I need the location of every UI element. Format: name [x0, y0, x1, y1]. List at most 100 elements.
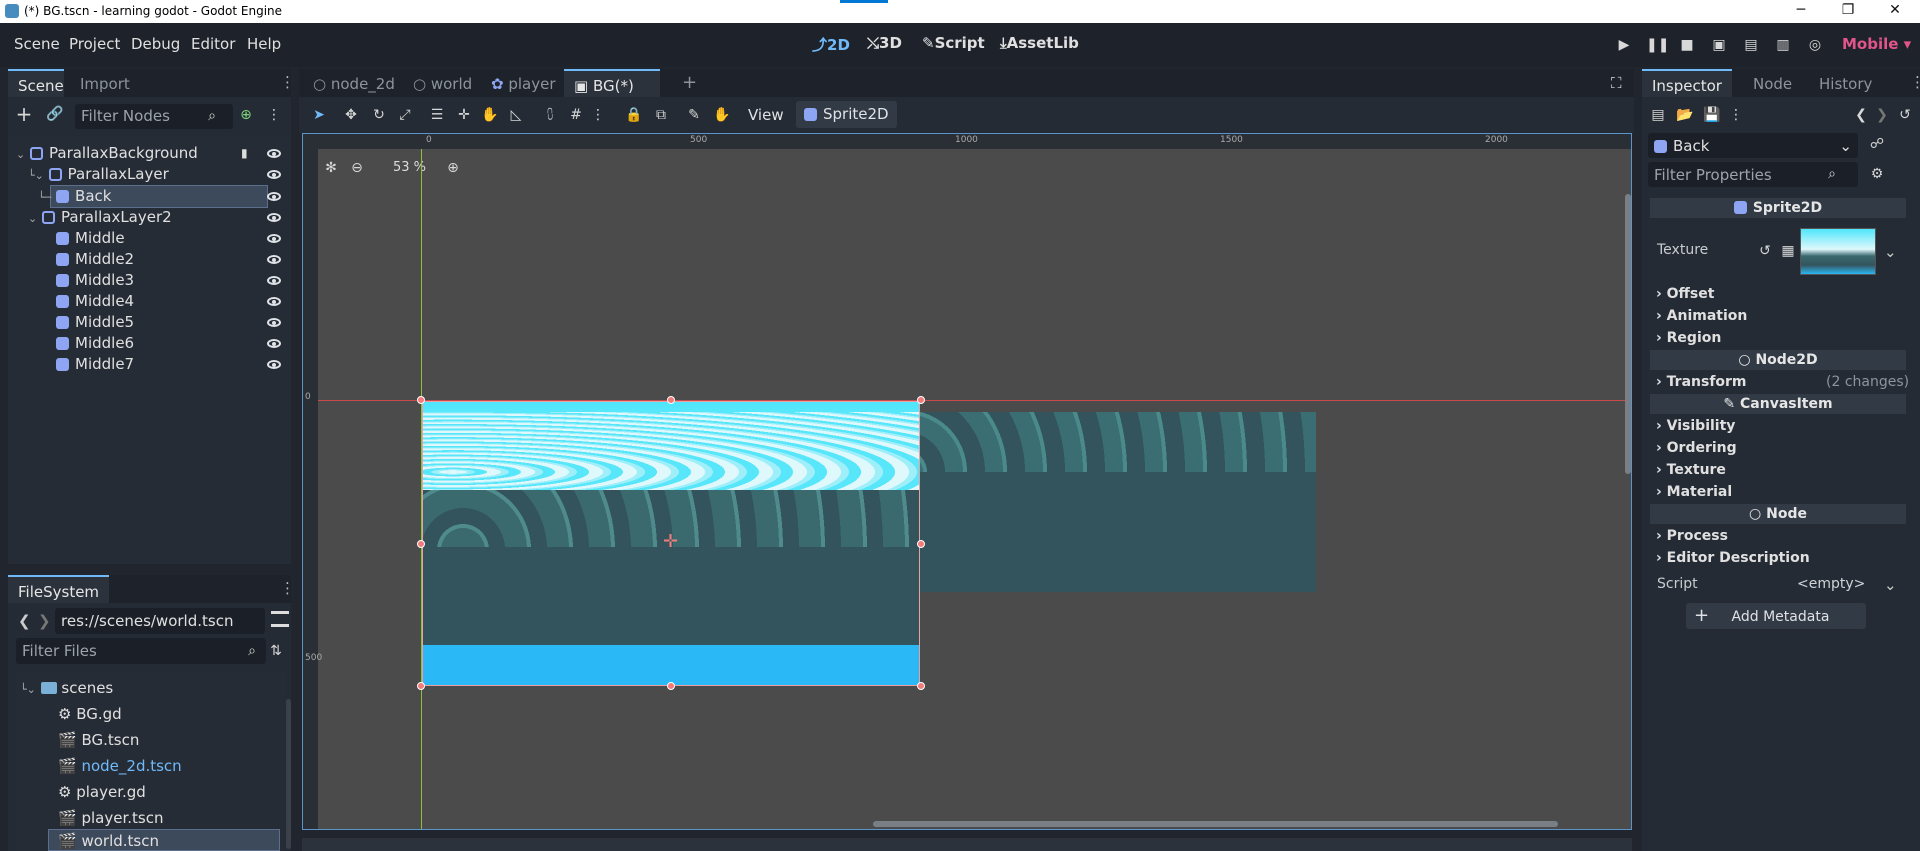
save-icon[interactable]: 💾	[1702, 105, 1722, 125]
visibility-eye-icon[interactable]	[267, 170, 281, 179]
prop-visibility[interactable]: › Visibility	[1656, 418, 1735, 434]
tab-import[interactable]: Import	[70, 69, 140, 97]
script-value[interactable]: <empty>	[1797, 576, 1865, 592]
renderer-selector[interactable]: Mobile ▾	[1842, 35, 1911, 53]
chevron-down-icon[interactable]: ⌄	[1884, 243, 1897, 261]
remote-debug-icon[interactable]: ▣	[1709, 35, 1729, 55]
visibility-eye-icon[interactable]	[267, 213, 281, 222]
tree-node-middle5[interactable]: Middle5	[56, 312, 134, 333]
resize-handle[interactable]	[417, 682, 425, 690]
pivot-tool-icon[interactable]: ✛	[454, 105, 474, 125]
visibility-eye-icon[interactable]	[267, 234, 281, 243]
rotate-tool-icon[interactable]: ↻	[369, 105, 389, 125]
script-attached-icon[interactable]: ▮	[241, 146, 248, 160]
file-bg-gd[interactable]: ⚙ BG.gd	[58, 705, 122, 723]
select-tool-icon[interactable]: ➤	[309, 105, 329, 125]
section-node2d[interactable]: ○ Node2D	[1650, 350, 1906, 370]
prop-animation[interactable]: › Animation	[1656, 308, 1747, 324]
pause-icon[interactable]: ❚❚	[1646, 35, 1669, 55]
play-scene-icon[interactable]: ▤	[1741, 35, 1761, 55]
inspector-menu-icon[interactable]: ⋮	[1726, 105, 1746, 125]
resize-handle[interactable]	[917, 396, 925, 404]
texture-preview[interactable]	[1800, 228, 1876, 275]
tree-node-parallaxbackground[interactable]: ⌄ ParallaxBackground	[16, 143, 198, 164]
mode-script-button[interactable]: ✎Script	[922, 34, 985, 52]
vertical-scrollbar[interactable]	[1625, 194, 1631, 474]
file-player-gd[interactable]: ⚙ player.gd	[58, 783, 146, 801]
fullscreen-icon[interactable]: ⛶	[1611, 74, 1622, 92]
menu-editor[interactable]: Editor	[191, 35, 235, 53]
tab-world[interactable]: ○ world	[403, 69, 482, 97]
zoom-in-icon[interactable]: ⊕	[443, 158, 463, 178]
skeleton-icon[interactable]: ✋	[712, 105, 732, 125]
file-node2d-tscn[interactable]: 🎬 node_2d.tscn	[58, 757, 182, 775]
resize-handle[interactable]	[917, 540, 925, 548]
prop-region[interactable]: › Region	[1656, 330, 1721, 346]
split-mode-icon[interactable]	[271, 611, 289, 627]
tree-node-back[interactable]: └─ Back	[38, 186, 111, 207]
prop-material[interactable]: › Material	[1656, 484, 1732, 500]
resize-handle[interactable]	[417, 396, 425, 404]
tree-node-middle4[interactable]: Middle4	[56, 291, 134, 312]
maximize-button[interactable]: ❐	[1825, 0, 1871, 23]
tree-node-middle7[interactable]: Middle7	[56, 354, 134, 375]
dock-menu-icon[interactable]: ⋮	[1910, 73, 1920, 91]
new-resource-icon[interactable]: ▤	[1648, 105, 1668, 125]
close-window-button[interactable]: ✕	[1872, 0, 1918, 23]
mode-3d-button[interactable]: ⤯3D	[867, 34, 902, 52]
tab-inspector[interactable]: Inspector	[1642, 69, 1732, 97]
prop-process[interactable]: › Process	[1656, 528, 1728, 544]
view-menu[interactable]: View	[748, 106, 784, 124]
file-bg-tscn[interactable]: 🎬 BG.tscn	[58, 731, 139, 749]
tree-node-middle[interactable]: Middle	[56, 228, 125, 249]
folder-scenes[interactable]: └⌄ scenes	[20, 679, 113, 697]
tab-history[interactable]: History	[1809, 69, 1882, 97]
zoom-out-icon[interactable]: ⊖	[347, 158, 367, 178]
scene-menu-icon[interactable]: ⋮	[264, 105, 284, 125]
filter-files-input[interactable]: Filter Files	[16, 638, 266, 664]
minimize-button[interactable]: ─	[1778, 0, 1824, 23]
smart-snap-icon[interactable]: ⩇	[540, 105, 560, 125]
resize-handle[interactable]	[417, 540, 425, 548]
mode-2d-button[interactable]: ⤴2D	[812, 34, 850, 55]
stop-icon[interactable]: ■	[1677, 35, 1697, 55]
tree-node-parallaxlayer[interactable]: └⌄ ParallaxLayer	[28, 164, 169, 185]
play-icon[interactable]: ▶	[1614, 35, 1634, 55]
property-options-icon[interactable]: ⚙	[1867, 164, 1887, 184]
resize-handle[interactable]	[667, 682, 675, 690]
tab-scene[interactable]: Scene	[8, 69, 64, 97]
instance-scene-icon[interactable]: ⊕	[236, 105, 256, 125]
snap-options-icon[interactable]: ⋮	[588, 105, 608, 125]
play-custom-icon[interactable]: ▥	[1773, 35, 1793, 55]
tab-filesystem[interactable]: FileSystem	[8, 575, 110, 603]
menu-scene[interactable]: Scene	[14, 35, 60, 53]
sprite2d-menu[interactable]: Sprite2D	[796, 101, 897, 128]
bone-icon[interactable]: ✎	[684, 105, 704, 125]
mode-assetlib-button[interactable]: ⤓AssetLib	[1000, 34, 1079, 52]
tab-node-2d[interactable]: ○ node_2d	[303, 69, 405, 97]
section-canvasitem[interactable]: ✎ CanvasItem	[1650, 394, 1906, 414]
move-tool-icon[interactable]: ✥	[341, 105, 361, 125]
tab-player[interactable]: ✿ player	[481, 69, 566, 97]
visibility-eye-icon[interactable]	[267, 318, 281, 327]
prop-ordering[interactable]: › Ordering	[1656, 440, 1737, 456]
tree-node-middle2[interactable]: Middle2	[56, 249, 134, 270]
doc-icon[interactable]: ☍	[1867, 134, 1887, 154]
resize-handle[interactable]	[917, 682, 925, 690]
file-player-tscn[interactable]: 🎬 player.tscn	[58, 809, 163, 827]
resize-handle[interactable]	[667, 396, 675, 404]
tab-node[interactable]: Node	[1743, 69, 1802, 97]
tree-node-middle3[interactable]: Middle3	[56, 270, 134, 291]
menu-help[interactable]: Help	[247, 35, 281, 53]
dock-menu-icon[interactable]: ⋮	[280, 579, 295, 597]
prop-editor-description[interactable]: › Editor Description	[1656, 550, 1810, 566]
revert-icon[interactable]: ↺	[1755, 241, 1775, 261]
back-arrow-icon[interactable]: ❮	[18, 612, 31, 630]
recent-history-icon[interactable]: ↺	[1895, 105, 1915, 125]
add-node-icon[interactable]: +	[14, 104, 34, 124]
horizontal-scrollbar[interactable]	[873, 821, 1558, 827]
dock-menu-icon[interactable]: ⋮	[280, 73, 295, 91]
scale-tool-icon[interactable]: ⤢	[395, 105, 415, 125]
chevron-down-icon[interactable]: ⌄	[1884, 576, 1897, 594]
grid-snap-icon[interactable]: #	[566, 105, 586, 125]
